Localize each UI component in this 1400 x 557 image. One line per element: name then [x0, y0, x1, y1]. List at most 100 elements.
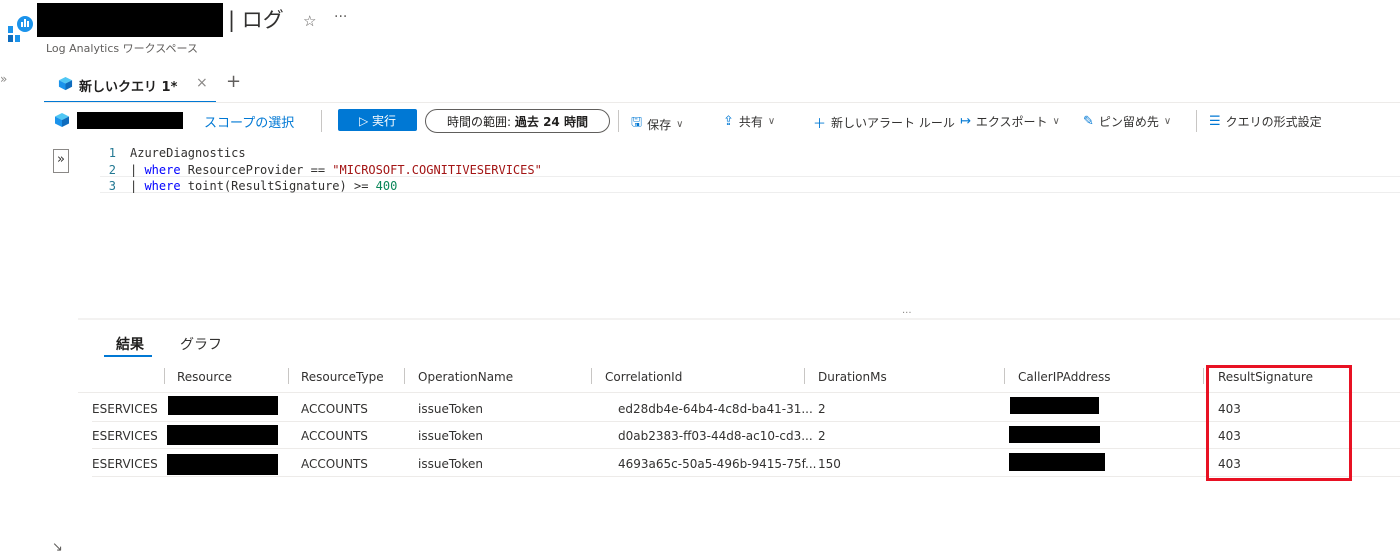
column-header-correlationid[interactable]: CorrelationId — [605, 370, 682, 384]
cell-provider: ESERVICES — [92, 402, 158, 416]
line-number: 3 — [108, 179, 116, 193]
cell-resourcetype: ACCOUNTS — [301, 457, 368, 471]
code-line-2: 2 | where ResourceProvider == "MICROSOFT.… — [100, 162, 542, 179]
save-icon: 🖫 — [631, 115, 643, 130]
column-separator — [404, 368, 405, 384]
add-icon: ＋ — [813, 117, 827, 132]
log-analytics-logo-icon — [8, 16, 33, 42]
run-button[interactable]: ▷ 実行 — [338, 109, 417, 131]
export-label: エクスポート — [975, 115, 1048, 129]
workspace-name-redaction — [37, 3, 223, 37]
expand-pane-icon[interactable]: ↘ — [52, 540, 63, 555]
column-separator — [1004, 368, 1005, 384]
scope-cube-icon — [55, 113, 69, 127]
column-separator — [164, 368, 165, 384]
query-editor[interactable]: 1 AzureDiagnostics 2 | where ResourceProvi… — [100, 145, 542, 195]
column-header-resource[interactable]: Resource — [177, 370, 232, 384]
pin-label: ピン留め先 — [1098, 115, 1159, 129]
line-number: 2 — [108, 162, 116, 177]
cell-resourcetype: ACCOUNTS — [301, 429, 368, 443]
export-button[interactable]: ↦ エクスポート ∨ — [960, 113, 1060, 130]
cell-operationname: issueToken — [418, 457, 483, 471]
cell-durationms: 150 — [818, 457, 841, 471]
share-button[interactable]: ⇪ 共有 ∨ — [723, 113, 775, 130]
code-keyword: where — [144, 162, 181, 177]
format-icon: ☰ — [1209, 114, 1221, 129]
ip-redaction — [1009, 453, 1105, 471]
column-header-operationname[interactable]: OperationName — [418, 370, 513, 384]
toolbar-divider — [321, 110, 322, 132]
tab-new-query-1[interactable]: 新しいクエリ 1* × — [44, 66, 216, 103]
save-label: 保存 — [647, 117, 672, 132]
time-range-button[interactable]: 時間の範囲: 過去 24 時間 — [425, 109, 610, 133]
code-number: 400 — [375, 179, 398, 193]
code-line-3: 3 | where toint(ResultSignature) >= 400 — [100, 178, 542, 195]
more-options-button[interactable]: ··· — [334, 9, 347, 25]
close-tab-icon[interactable]: × — [196, 75, 208, 91]
new-alert-rule-button[interactable]: ＋ 新しいアラート ルール — [813, 113, 955, 132]
cell-correlationid: 4693a65c-50a5-496b-9415-75f... — [618, 457, 817, 471]
resource-redaction — [167, 454, 278, 475]
chevron-down-icon: ∨ — [1052, 116, 1060, 127]
share-label: 共有 — [738, 115, 763, 129]
sidebar-expand-icon[interactable]: » — [0, 72, 7, 86]
column-separator — [1203, 368, 1204, 384]
star-icon[interactable]: ☆ — [303, 12, 316, 30]
row-divider — [92, 476, 1400, 477]
results-grid-header — [78, 360, 1400, 393]
cell-provider: ESERVICES — [92, 429, 158, 443]
cell-durationms: 2 — [818, 402, 826, 416]
column-header-calleripaddress[interactable]: CallerIPAddress — [1018, 370, 1111, 384]
collapse-pane-button[interactable]: » — [53, 149, 69, 173]
code-line-1: 1 AzureDiagnostics — [100, 145, 542, 162]
toolbar-divider — [618, 110, 619, 132]
new-alert-label: 新しいアラート ルール — [831, 116, 955, 130]
code-pipe: | — [130, 179, 145, 193]
scope-name-redaction — [77, 112, 183, 129]
save-button[interactable]: 🖫 保存 ∨ — [631, 113, 683, 135]
pin-button[interactable]: ✎ ピン留め先 ∨ — [1083, 113, 1171, 130]
result-signature-highlight — [1206, 365, 1352, 481]
tab-results[interactable]: 結果 — [116, 334, 144, 354]
query-cube-icon — [58, 76, 73, 91]
format-query-button[interactable]: ☰ クエリの形式設定 — [1209, 113, 1322, 130]
chevron-down-icon: ∨ — [1163, 116, 1172, 127]
cell-operationname: issueToken — [418, 429, 483, 443]
splitter-handle-icon[interactable]: ··· — [902, 308, 912, 319]
cell-correlationid: ed28db4e-64b4-4c8d-ba41-31... — [618, 402, 813, 416]
select-scope-link[interactable]: スコープの選択 — [204, 112, 294, 131]
add-tab-button[interactable]: + — [226, 71, 241, 92]
time-range-prefix: 時間の範囲: — [447, 114, 515, 129]
chevron-down-icon: ∨ — [676, 118, 684, 130]
pane-splitter[interactable] — [78, 318, 1400, 320]
active-tab-indicator — [104, 355, 152, 357]
cell-resourcetype: ACCOUNTS — [301, 402, 368, 416]
code-keyword: where — [144, 179, 181, 193]
tab-divider — [44, 102, 1400, 103]
column-separator — [804, 368, 805, 384]
row-divider — [92, 421, 1400, 422]
cell-provider: ESERVICES — [92, 457, 158, 471]
column-header-resourcetype[interactable]: ResourceType — [301, 370, 384, 384]
resource-redaction — [168, 396, 278, 415]
code-pipe: | — [130, 162, 145, 177]
code-text: AzureDiagnostics — [130, 146, 246, 160]
code-text: toint(ResultSignature) >= — [180, 179, 376, 193]
cell-operationname: issueToken — [418, 402, 483, 416]
row-divider — [92, 448, 1400, 449]
pin-icon: ✎ — [1083, 114, 1094, 129]
line-number: 1 — [108, 146, 116, 160]
page-title: | ログ — [228, 8, 284, 32]
code-string: "MICROSOFT.COGNITIVESERVICES" — [332, 162, 542, 177]
tab-label: 新しいクエリ 1* — [79, 80, 178, 95]
share-icon: ⇪ — [723, 114, 734, 129]
toolbar-divider — [1196, 110, 1197, 132]
code-text: ResourceProvider == — [180, 162, 333, 177]
ip-redaction — [1009, 426, 1100, 443]
tab-graph[interactable]: グラフ — [180, 334, 222, 354]
page-subtitle: Log Analytics ワークスペース — [46, 42, 198, 55]
time-range-value: 過去 24 時間 — [514, 114, 588, 129]
column-separator — [591, 368, 592, 384]
column-header-durationms[interactable]: DurationMs — [818, 370, 887, 384]
ip-redaction — [1010, 397, 1099, 414]
